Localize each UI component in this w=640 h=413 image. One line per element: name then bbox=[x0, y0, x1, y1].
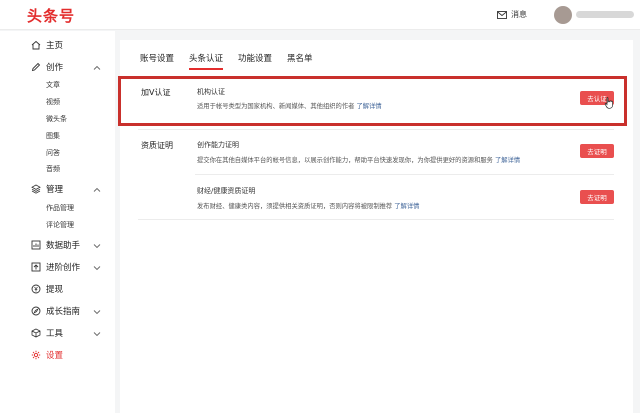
divider bbox=[195, 174, 614, 175]
go-prove-ability-button[interactable]: 去证明 bbox=[580, 144, 614, 158]
currency-icon bbox=[30, 284, 41, 295]
tab-blacklist[interactable]: 黑名单 bbox=[287, 52, 313, 70]
item-desc-creation-ability: 提交你在其他自媒体平台的帐号信息，以展示创作能力，帮助平台快速发现你，为你提供更… bbox=[197, 155, 520, 164]
sidebar-item-label: 提现 bbox=[46, 285, 64, 295]
sidebar-subitem-audio[interactable]: 音频 bbox=[46, 164, 60, 174]
sidebar-item-settings[interactable]: 设置 bbox=[30, 348, 63, 362]
sidebar-item-label: 创作 bbox=[46, 63, 64, 73]
sidebar-subitem-article[interactable]: 文章 bbox=[46, 80, 60, 90]
sidebar-subitem-gallery[interactable]: 图集 bbox=[46, 131, 60, 141]
sidebar-item-withdraw[interactable]: 提现 bbox=[30, 282, 63, 296]
messages-button[interactable]: 消息 bbox=[497, 9, 527, 20]
go-prove-finance-health-button[interactable]: 去证明 bbox=[580, 190, 614, 204]
sidebar-item-advanced-create[interactable]: 进阶创作 bbox=[30, 260, 80, 274]
compass-icon bbox=[30, 306, 41, 317]
sidebar-subitem-works[interactable]: 作品管理 bbox=[46, 203, 74, 213]
sidebar-item-label: 管理 bbox=[46, 185, 64, 195]
sidebar-item-growth-guide[interactable]: 成长指南 bbox=[30, 304, 80, 318]
divider bbox=[138, 129, 614, 130]
sidebar-item-data-assistant[interactable]: 数据助手 bbox=[30, 238, 80, 252]
sidebar-item-create[interactable]: 创作 bbox=[30, 60, 63, 74]
cube-icon bbox=[30, 328, 41, 339]
chevron-down-icon[interactable] bbox=[93, 242, 101, 250]
username-blurred[interactable] bbox=[576, 11, 634, 18]
edit-icon bbox=[30, 62, 41, 73]
sidebar-item-label: 主页 bbox=[46, 41, 64, 51]
sidebar-item-home[interactable]: 主页 bbox=[30, 38, 63, 52]
sidebar-item-label: 成长指南 bbox=[46, 307, 81, 317]
chevron-down-icon[interactable] bbox=[93, 308, 101, 316]
sidebar-subitem-micro-post[interactable]: 微头条 bbox=[46, 114, 67, 124]
top-bar: 头条号 消息 bbox=[0, 0, 640, 30]
sidebar-subitem-qa[interactable]: 问答 bbox=[46, 148, 60, 158]
section-title-qualification: 资质证明 bbox=[141, 141, 173, 150]
sidebar-item-label: 进阶创作 bbox=[46, 263, 81, 273]
tab-account-settings[interactable]: 账号设置 bbox=[140, 52, 174, 70]
gear-icon bbox=[30, 350, 41, 361]
chevron-down-icon[interactable] bbox=[93, 264, 101, 272]
mail-icon bbox=[497, 10, 507, 19]
home-icon bbox=[30, 40, 41, 51]
sidebar-item-tools[interactable]: 工具 bbox=[30, 326, 63, 340]
chevron-up-icon[interactable] bbox=[93, 186, 101, 194]
sidebar-item-label: 工具 bbox=[46, 329, 64, 339]
desc-text: 发布财经、健康类内容，须提供相关资质证明，否则内容将被限制推荐 bbox=[197, 203, 393, 210]
settings-tabs: 账号设置 头条认证 功能设置 黑名单 bbox=[140, 52, 328, 70]
sidebar-item-label: 设置 bbox=[46, 351, 64, 361]
sidebar-item-manage[interactable]: 管理 bbox=[30, 182, 63, 196]
avatar[interactable] bbox=[554, 6, 572, 24]
tab-feature-settings[interactable]: 功能设置 bbox=[238, 52, 272, 70]
learn-more-link[interactable]: 了解详情 bbox=[394, 203, 419, 210]
sidebar-item-label: 数据助手 bbox=[46, 241, 81, 251]
item-desc-finance-health: 发布财经、健康类内容，须提供相关资质证明，否则内容将被限制推荐 了解详情 bbox=[197, 201, 419, 210]
desc-text: 提交你在其他自媒体平台的帐号信息，以展示创作能力，帮助平台快速发现你，为你提供更… bbox=[197, 157, 493, 164]
layers-icon bbox=[30, 184, 41, 195]
highlight-box bbox=[118, 76, 627, 126]
chevron-down-icon[interactable] bbox=[93, 330, 101, 338]
divider bbox=[138, 219, 614, 220]
learn-more-link[interactable]: 了解详情 bbox=[495, 157, 520, 164]
sidebar-subitem-comments[interactable]: 评论管理 bbox=[46, 220, 74, 230]
chevron-up-icon[interactable] bbox=[93, 64, 101, 72]
sidebar: 主页 创作 文章 视频 微头条 图集 问答 音频 管理 作品管理 评论管理 数据… bbox=[0, 31, 115, 413]
sidebar-subitem-video[interactable]: 视频 bbox=[46, 97, 60, 107]
app-logo[interactable]: 头条号 bbox=[27, 5, 75, 26]
item-title-finance-health: 财经/健康资质证明 bbox=[197, 187, 256, 195]
advanced-create-icon bbox=[30, 262, 41, 273]
tab-toutiao-verification[interactable]: 头条认证 bbox=[189, 52, 224, 70]
item-title-creation-ability: 创作能力证明 bbox=[197, 141, 239, 149]
messages-label: 消息 bbox=[511, 10, 527, 19]
chart-icon bbox=[30, 240, 41, 251]
